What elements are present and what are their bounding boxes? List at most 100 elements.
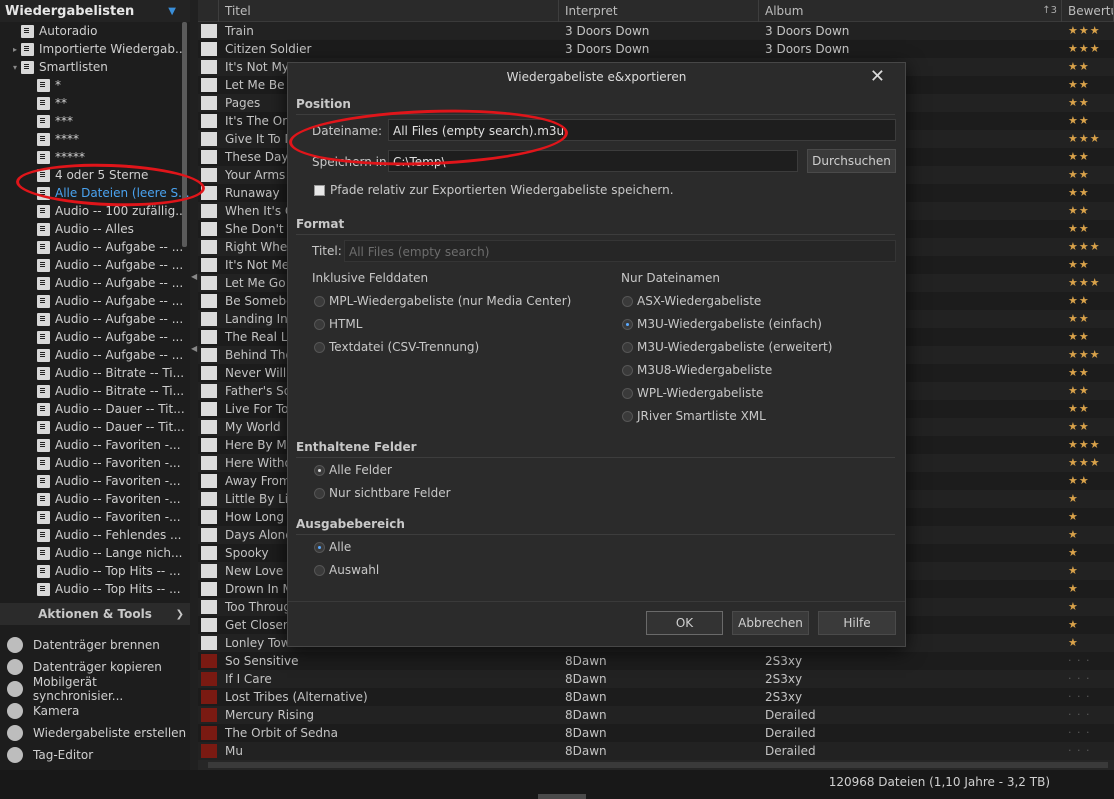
column-header-art[interactable]: [198, 0, 219, 22]
rating-cell[interactable]: ★★: [1062, 220, 1114, 238]
rating-cell[interactable]: ★★: [1062, 148, 1114, 166]
rating-cell[interactable]: ★: [1062, 544, 1114, 562]
tool-item[interactable]: Kamera: [0, 700, 190, 722]
sidebar-item[interactable]: Audio -- Aufgabe -- ...: [0, 310, 190, 328]
column-header-rating[interactable]: Bewertu: [1062, 0, 1114, 22]
rating-cell[interactable]: · · ·: [1062, 706, 1114, 724]
contained_fields_options-radio[interactable]: [314, 465, 325, 476]
rating-cell[interactable]: ★★★: [1062, 346, 1114, 364]
browse-button[interactable]: Durchsuchen: [807, 149, 896, 173]
rating-cell[interactable]: ★★: [1062, 418, 1114, 436]
save-in-field[interactable]: C:\Temp\: [388, 150, 798, 172]
column-header-album[interactable]: Album ↑3: [759, 0, 1062, 22]
sidebar-item[interactable]: *: [0, 76, 190, 94]
filename-field[interactable]: All Files (empty search).m3u: [388, 119, 896, 141]
table-row[interactable]: If I Care 8Dawn 2S3xy · · ·: [198, 670, 1114, 688]
rating-cell[interactable]: ★: [1062, 616, 1114, 634]
sidebar-item[interactable]: *****: [0, 148, 190, 166]
filenames_only_options-radio[interactable]: [622, 411, 633, 422]
rating-cell[interactable]: ★★: [1062, 256, 1114, 274]
chevron-down-icon[interactable]: ❯: [176, 609, 184, 620]
sidebar-scrollbar[interactable]: [182, 22, 187, 247]
table-row[interactable]: Lost Tribes (Alternative) 8Dawn 2S3xy · · ·: [198, 688, 1114, 706]
filenames_only_options-radio[interactable]: [622, 365, 633, 376]
collapse-left-icon-2[interactable]: ◀: [191, 344, 197, 353]
sidebar-item[interactable]: Audio -- Aufgabe -- ...: [0, 292, 190, 310]
title-field[interactable]: All Files (empty search): [344, 240, 896, 262]
sidebar-item[interactable]: ****: [0, 130, 190, 148]
rating-cell[interactable]: ★★: [1062, 166, 1114, 184]
filenames_only_options-radio[interactable]: [622, 388, 633, 399]
sidebar-item[interactable]: Alle Dateien (leere S...: [0, 184, 190, 202]
close-icon[interactable]: ✕: [870, 63, 885, 91]
table-row[interactable]: Train 3 Doors Down 3 Doors Down ★★★: [198, 22, 1114, 40]
sidebar-item[interactable]: Audio -- Aufgabe -- ...: [0, 274, 190, 292]
sidebar-item[interactable]: Audio -- Alles: [0, 220, 190, 238]
filenames_only_options-radio[interactable]: [622, 319, 633, 330]
output_range_options-radio[interactable]: [314, 565, 325, 576]
sidebar-header[interactable]: Wiedergabelisten ▼: [0, 0, 190, 22]
sidebar-item[interactable]: **: [0, 94, 190, 112]
relative-paths-checkbox[interactable]: [314, 185, 325, 196]
table-row[interactable]: Citizen Soldier 3 Doors Down 3 Doors Down ★…: [198, 40, 1114, 58]
rating-cell[interactable]: · · ·: [1062, 670, 1114, 688]
sidebar-item[interactable]: ▸ Importierte Wiedergab...: [0, 40, 190, 58]
column-header-title[interactable]: Titel: [219, 0, 559, 22]
sidebar-item[interactable]: Audio -- Favoriten -...: [0, 508, 190, 526]
rating-cell[interactable]: ★★: [1062, 76, 1114, 94]
incl_fields_options-radio[interactable]: [314, 296, 325, 307]
sidebar-item[interactable]: ***: [0, 112, 190, 130]
sidebar-item[interactable]: Audio -- Aufgabe -- ...: [0, 328, 190, 346]
rating-cell[interactable]: ★: [1062, 490, 1114, 508]
sidebar-item[interactable]: Audio -- 100 zufällig...: [0, 202, 190, 220]
rating-cell[interactable]: · · ·: [1062, 742, 1114, 760]
sidebar-item[interactable]: Audio -- Dauer -- Tit...: [0, 400, 190, 418]
rating-cell[interactable]: ★★★: [1062, 40, 1114, 58]
table-row[interactable]: Mercury Rising 8Dawn Derailed · · ·: [198, 706, 1114, 724]
rating-cell[interactable]: ★: [1062, 634, 1114, 652]
rating-cell[interactable]: · · ·: [1062, 724, 1114, 742]
ok-button[interactable]: OK: [646, 611, 723, 635]
rating-cell[interactable]: ★: [1062, 562, 1114, 580]
sidebar-item[interactable]: Audio -- Lange nich...: [0, 544, 190, 562]
rating-cell[interactable]: ★★: [1062, 364, 1114, 382]
rating-cell[interactable]: ★★: [1062, 94, 1114, 112]
sidebar-item[interactable]: ▾ Smartlisten: [0, 58, 190, 76]
rating-cell[interactable]: ★★: [1062, 382, 1114, 400]
rating-cell[interactable]: ★★★: [1062, 22, 1114, 40]
rating-cell[interactable]: ★★★: [1062, 130, 1114, 148]
tools-header[interactable]: Aktionen & Tools ❯: [0, 603, 190, 625]
rating-cell[interactable]: · · ·: [1062, 688, 1114, 706]
chevron-right-icon[interactable]: ▸: [10, 45, 20, 54]
sidebar-splitter[interactable]: ◀ ◀: [190, 0, 198, 770]
rating-cell[interactable]: ★: [1062, 508, 1114, 526]
contained_fields_options-radio[interactable]: [314, 488, 325, 499]
rating-cell[interactable]: ★★★: [1062, 436, 1114, 454]
rating-cell[interactable]: ★★: [1062, 310, 1114, 328]
sidebar-item[interactable]: Audio -- Top Hits -- ...: [0, 580, 190, 598]
rating-cell[interactable]: ★★: [1062, 202, 1114, 220]
incl_fields_options-radio[interactable]: [314, 342, 325, 353]
collapse-left-icon[interactable]: ◀: [191, 272, 197, 281]
table-row[interactable]: So Sensitive 8Dawn 2S3xy · · ·: [198, 652, 1114, 670]
sidebar-item[interactable]: Audio -- Aufgabe -- ...: [0, 346, 190, 364]
resize-handle[interactable]: [538, 794, 586, 799]
sidebar-item[interactable]: 4 oder 5 Sterne: [0, 166, 190, 184]
horizontal-scrollbar[interactable]: [198, 760, 1114, 770]
sidebar-item[interactable]: Audio -- Fehlendes ...: [0, 526, 190, 544]
incl_fields_options-radio[interactable]: [314, 319, 325, 330]
rating-cell[interactable]: · · ·: [1062, 652, 1114, 670]
sidebar-item[interactable]: Audio -- Favoriten -...: [0, 490, 190, 508]
filenames_only_options-radio[interactable]: [622, 296, 633, 307]
sidebar-item[interactable]: Autoradio: [0, 22, 190, 40]
rating-cell[interactable]: ★★: [1062, 328, 1114, 346]
rating-cell[interactable]: ★★: [1062, 184, 1114, 202]
rating-cell[interactable]: ★: [1062, 580, 1114, 598]
rating-cell[interactable]: ★★★: [1062, 454, 1114, 472]
scrollbar-thumb[interactable]: [208, 762, 1108, 768]
filenames_only_options-radio[interactable]: [622, 342, 633, 353]
rating-cell[interactable]: ★★: [1062, 112, 1114, 130]
sidebar-item[interactable]: Audio -- Favoriten -...: [0, 454, 190, 472]
rating-cell[interactable]: ★★: [1062, 292, 1114, 310]
collapse-arrow-icon[interactable]: ▼: [168, 6, 176, 17]
